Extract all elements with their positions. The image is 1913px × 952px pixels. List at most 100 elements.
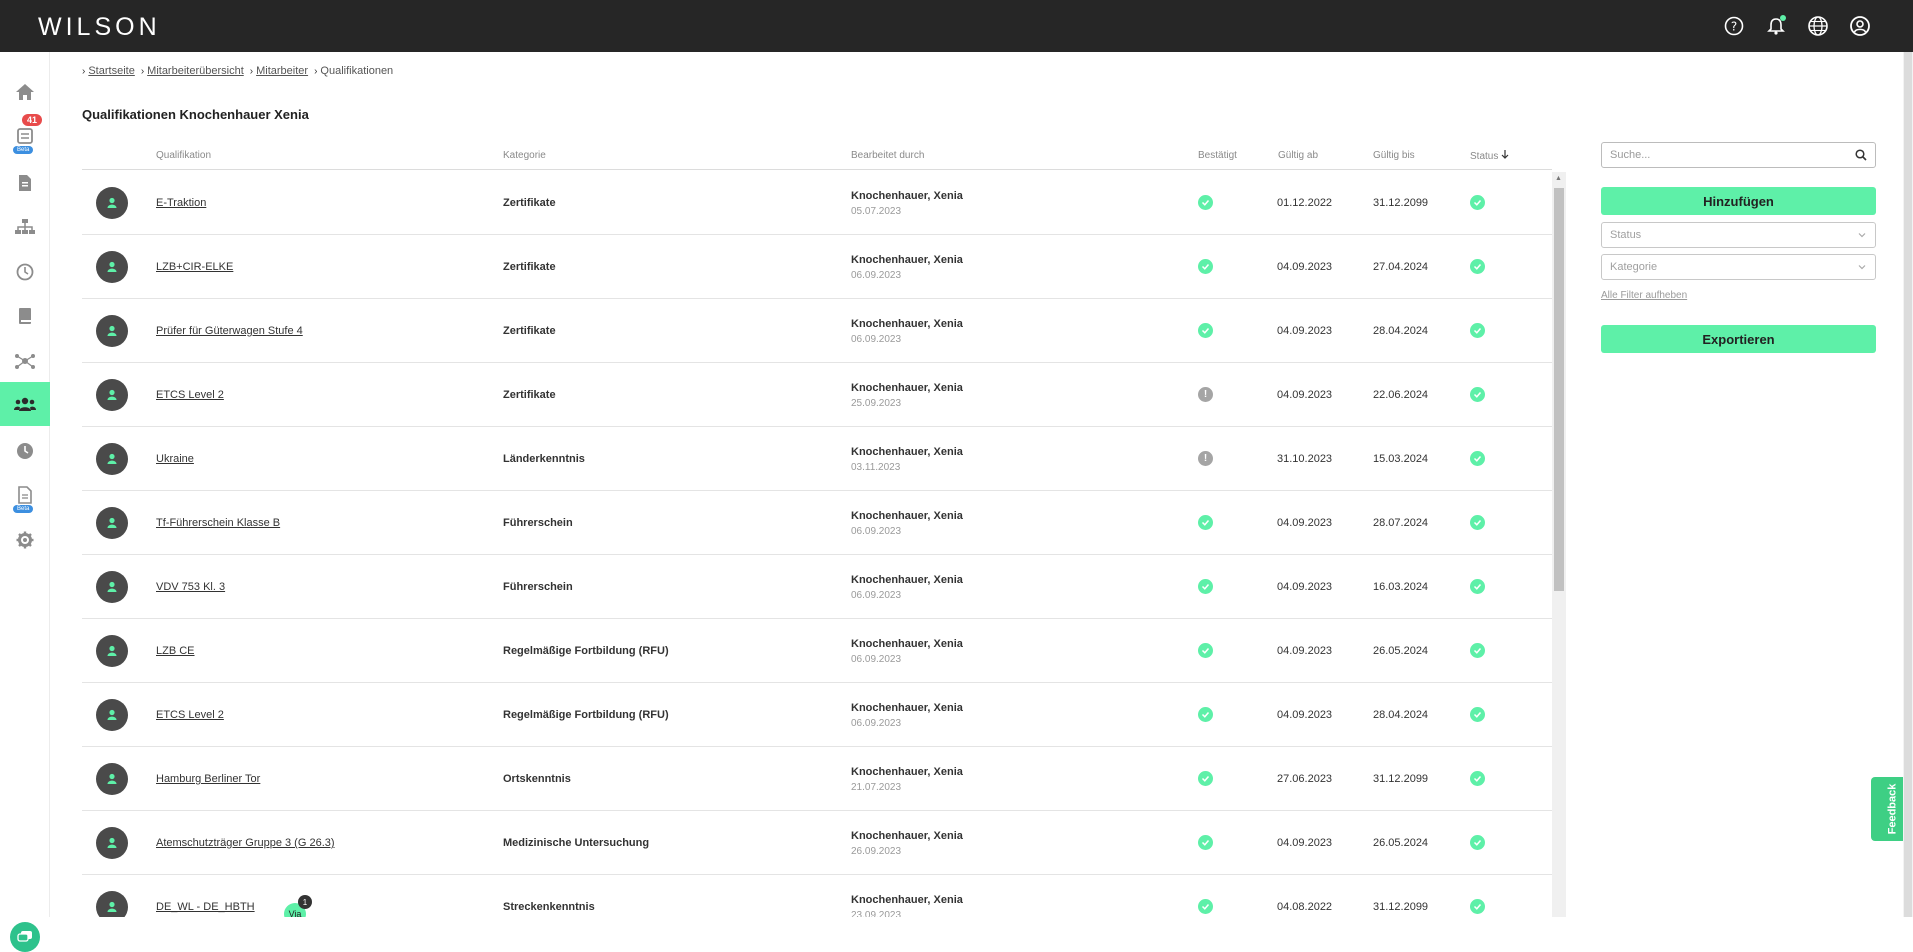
edited-by-date: 06.09.2023 bbox=[851, 334, 902, 345]
book-icon bbox=[19, 308, 31, 324]
category-filter-select[interactable]: Kategorie bbox=[1601, 254, 1876, 280]
confirmed-check-icon bbox=[1198, 515, 1213, 530]
sidebar-item-settings[interactable] bbox=[0, 520, 50, 560]
qualification-link[interactable]: LZB+CIR-ELKE bbox=[156, 261, 233, 273]
valid-until-cell: 26.05.2024 bbox=[1373, 837, 1429, 849]
globe-icon[interactable] bbox=[1805, 13, 1831, 39]
qualification-link[interactable]: Hamburg Berliner Tor bbox=[156, 773, 260, 785]
valid-until-cell: 28.07.2024 bbox=[1373, 517, 1429, 529]
sidebar-item-history[interactable] bbox=[0, 431, 50, 471]
table-row[interactable]: E-Traktion Zertifikate Knochenhauer, Xenia… bbox=[82, 171, 1552, 235]
edited-by-name: Knochenhauer, Xenia bbox=[851, 254, 963, 266]
qualification-link[interactable]: Prüfer für Güterwagen Stufe 4 bbox=[156, 325, 303, 337]
breadcrumb-link-mitarbeiteruebersicht[interactable]: Mitarbeiterübersicht bbox=[147, 65, 244, 77]
qualification-link[interactable]: LZB CE bbox=[156, 645, 195, 657]
column-header-status[interactable]: Status bbox=[1470, 150, 1509, 162]
sidebar-item-network[interactable] bbox=[0, 341, 50, 381]
sort-down-icon bbox=[1501, 150, 1509, 159]
status-check-icon bbox=[1470, 515, 1485, 530]
export-button[interactable]: Exportieren bbox=[1601, 325, 1876, 353]
column-header-bestaetigt[interactable]: Bestätigt bbox=[1198, 150, 1237, 161]
valid-until-cell: 31.12.2099 bbox=[1373, 197, 1429, 209]
chevron-down-icon bbox=[1858, 233, 1866, 238]
edited-by-name: Knochenhauer, Xenia bbox=[851, 446, 963, 458]
chat-icon bbox=[17, 931, 32, 942]
edited-by-name: Knochenhauer, Xenia bbox=[851, 894, 963, 906]
sidebar-item-reports[interactable]: Beta bbox=[0, 475, 50, 515]
help-icon[interactable]: ? bbox=[1721, 13, 1747, 39]
clock-icon bbox=[16, 263, 34, 281]
sidebar-item-home[interactable] bbox=[0, 72, 50, 112]
user-avatar-icon bbox=[96, 443, 128, 475]
breadcrumb-item: › Qualifikationen bbox=[314, 65, 394, 77]
confirmed-check-icon bbox=[1198, 643, 1213, 658]
table-row[interactable]: Ukraine Länderkenntnis Knochenhauer, Xenia… bbox=[82, 427, 1552, 491]
qualification-link[interactable]: E-Traktion bbox=[156, 197, 206, 209]
search-icon[interactable] bbox=[1855, 149, 1867, 161]
qualification-link[interactable]: Atemschutzträger Gruppe 3 (G 26.3) bbox=[156, 837, 335, 849]
wilson-logo[interactable]: WILSON bbox=[38, 13, 161, 42]
column-header-gueltig-bis[interactable]: Gültig bis bbox=[1373, 150, 1415, 161]
column-header-qualifikation[interactable]: Qualifikation bbox=[156, 150, 211, 161]
edited-by-date: 21.07.2023 bbox=[851, 782, 902, 793]
qualification-link[interactable]: ETCS Level 2 bbox=[156, 709, 224, 721]
status-check-icon bbox=[1470, 451, 1485, 466]
table-scroll-thumb[interactable] bbox=[1554, 188, 1564, 591]
qualification-link[interactable]: Tf-Führerschein Klasse B bbox=[156, 517, 280, 529]
sidebar-item-tasks[interactable]: 41 Beta bbox=[0, 114, 50, 156]
sidebar-item-documents[interactable] bbox=[0, 163, 50, 203]
user-account-icon[interactable] bbox=[1847, 13, 1873, 39]
edited-by-date: 26.09.2023 bbox=[851, 846, 902, 857]
valid-from-cell: 04.09.2023 bbox=[1277, 645, 1333, 657]
qualification-link[interactable]: Ukraine bbox=[156, 453, 194, 465]
qualification-link[interactable]: DE_WL - DE_HBTH bbox=[156, 901, 255, 913]
breadcrumb-link-mitarbeiter[interactable]: Mitarbeiter bbox=[256, 65, 308, 77]
user-avatar-icon bbox=[96, 763, 128, 795]
table-row[interactable]: ETCS Level 2 Zertifikate Knochenhauer, Xen… bbox=[82, 363, 1552, 427]
valid-until-cell: 28.04.2024 bbox=[1373, 709, 1429, 721]
breadcrumb-link-startseite[interactable]: Startseite bbox=[88, 65, 134, 77]
qualification-link[interactable]: VDV 753 Kl. 3 bbox=[156, 581, 225, 593]
breadcrumb-item: › Mitarbeiter bbox=[249, 65, 309, 77]
chat-button[interactable] bbox=[10, 922, 40, 952]
column-header-gueltig-ab[interactable]: Gültig ab bbox=[1278, 150, 1318, 161]
table-row[interactable]: VDV 753 Kl. 3 Führerschein Knochenhauer, X… bbox=[82, 555, 1552, 619]
edited-by-date: 06.09.2023 bbox=[851, 526, 902, 537]
page-scroll-thumb[interactable] bbox=[1904, 52, 1912, 917]
confirmed-check-icon bbox=[1198, 579, 1213, 594]
table-row[interactable]: LZB CE Regelmäßige Fortbildung (RFU) Knoch… bbox=[82, 619, 1552, 683]
edited-by-name: Knochenhauer, Xenia bbox=[851, 574, 963, 586]
unconfirmed-warning-icon: ! bbox=[1198, 451, 1213, 466]
edited-by-date: 06.09.2023 bbox=[851, 590, 902, 601]
notification-dot bbox=[1780, 15, 1786, 21]
table-scrollbar[interactable]: ▲ bbox=[1552, 172, 1566, 917]
status-check-icon bbox=[1470, 387, 1485, 402]
feedback-label: Feedback bbox=[1886, 783, 1898, 835]
category-cell: Regelmäßige Fortbildung (RFU) bbox=[503, 709, 669, 721]
top-bar: WILSON ? bbox=[0, 0, 1913, 52]
page-scrollbar[interactable] bbox=[1903, 52, 1913, 917]
column-header-bearbeitet[interactable]: Bearbeitet durch bbox=[851, 150, 924, 161]
clear-filters-link[interactable]: Alle Filter aufheben bbox=[1601, 290, 1687, 301]
status-filter-select[interactable]: Status bbox=[1601, 222, 1876, 248]
sidebar-item-employees[interactable] bbox=[0, 382, 50, 426]
scroll-up-arrow-icon[interactable]: ▲ bbox=[1555, 175, 1562, 182]
table-row[interactable]: Prüfer für Güterwagen Stufe 4 Zertifikate… bbox=[82, 299, 1552, 363]
add-button[interactable]: Hinzufügen bbox=[1601, 187, 1876, 215]
sidebar-item-time[interactable] bbox=[0, 252, 50, 292]
table-row[interactable]: ETCS Level 2 Regelmäßige Fortbildung (RFU… bbox=[82, 683, 1552, 747]
beta-badge: Beta bbox=[13, 505, 34, 513]
table-row[interactable]: Hamburg Berliner Tor Ortskenntnis Knochenh… bbox=[82, 747, 1552, 811]
bell-icon[interactable] bbox=[1763, 13, 1789, 39]
sidebar-item-book[interactable] bbox=[0, 296, 50, 336]
table-row[interactable]: Tf-Führerschein Klasse B Führerschein Knoc… bbox=[82, 491, 1552, 555]
category-cell: Zertifikate bbox=[503, 197, 556, 209]
search-input[interactable]: Suche... bbox=[1601, 142, 1876, 168]
qualification-link[interactable]: ETCS Level 2 bbox=[156, 389, 224, 401]
edited-by-name: Knochenhauer, Xenia bbox=[851, 830, 963, 842]
table-row[interactable]: Atemschutzträger Gruppe 3 (G 26.3) Medizi… bbox=[82, 811, 1552, 875]
sidebar-item-organisation[interactable] bbox=[0, 207, 50, 247]
column-header-kategorie[interactable]: Kategorie bbox=[503, 150, 546, 161]
table-row[interactable]: DE_WL - DE_HBTH Via 1 Streckenkenntnis Knoch… bbox=[82, 875, 1552, 917]
table-row[interactable]: LZB+CIR-ELKE Zertifikate Knochenhauer, Xen… bbox=[82, 235, 1552, 299]
